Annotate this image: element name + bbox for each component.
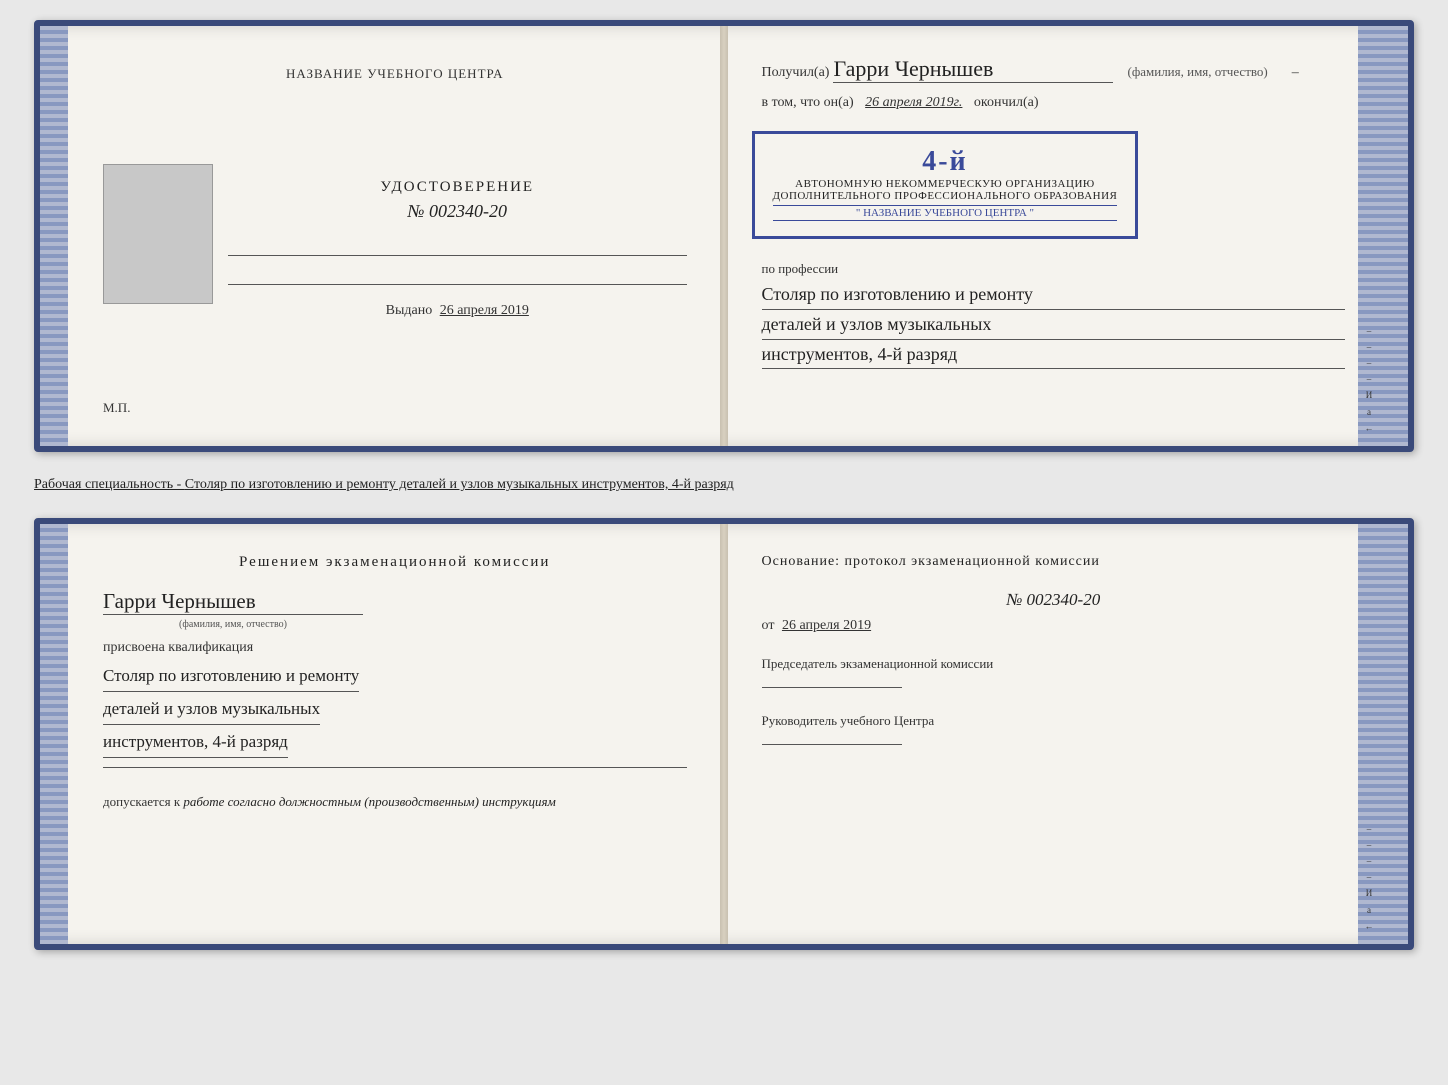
- cert-title: УДОСТОВЕРЕНИЕ: [380, 179, 534, 196]
- left-edge-decoration: [40, 26, 68, 446]
- profession-line1: Столяр по изготовлению и ремонту: [762, 280, 1346, 310]
- chairman-signature-line: [762, 687, 902, 688]
- right-side-decoration: – – – – И а ←: [1358, 26, 1380, 446]
- org-name-top: НАЗВАНИЕ УЧЕБНОГО ЦЕНТРА: [286, 66, 503, 82]
- director-section: Руководитель учебного Центра: [762, 711, 1346, 750]
- person-section: Гарри Чернышев: [103, 589, 363, 615]
- bottom-left-page: Решением экзаменационной комиссии Гарри …: [68, 524, 722, 944]
- qual-line2: деталей и узлов музыкальных: [103, 695, 320, 725]
- bottom-left-edge-decoration: [40, 524, 68, 944]
- allowed-row: допускается к работе согласно должностны…: [103, 794, 556, 810]
- profession-line3: инструментов, 4-й разряд: [762, 340, 1346, 370]
- date-row: в том, что он(а) 26 апреля 2019г. окончи…: [762, 95, 1346, 111]
- director-signature-line: [762, 744, 902, 745]
- qualification-prefix: присвоена квалификация: [103, 640, 253, 656]
- issued-row: Выдано 26 апреля 2019: [386, 303, 529, 319]
- top-right-page: Получил(а) Гарри Чернышев (фамилия, имя,…: [722, 26, 1381, 446]
- bottom-document-spread: Решением экзаменационной комиссии Гарри …: [34, 518, 1414, 950]
- cert-number: № 002340-20: [408, 201, 507, 222]
- divider1: [228, 255, 687, 256]
- fio-hint-bottom: (фамилия, имя, отчество): [103, 619, 363, 630]
- decision-title: Решением экзаменационной комиссии: [103, 554, 687, 571]
- qual-divider: [103, 767, 687, 768]
- basis-date-row: от 26 апреля 2019: [762, 618, 1346, 634]
- divider2: [228, 284, 687, 285]
- photo-placeholder: [103, 164, 213, 304]
- right-edge-decoration: [1380, 26, 1408, 446]
- mp-label: М.П.: [103, 400, 130, 416]
- bottom-right-page: Основание: протокол экзаменационной коми…: [722, 524, 1381, 944]
- stamp-box: 4-й АВТОНОМНУЮ НЕКОММЕРЧЕСКУЮ ОРГАНИЗАЦИ…: [752, 131, 1139, 239]
- top-document-spread: НАЗВАНИЕ УЧЕБНОГО ЦЕНТРА УДОСТОВЕРЕНИЕ №…: [34, 20, 1414, 452]
- profession-line2: деталей и узлов музыкальных: [762, 310, 1346, 340]
- basis-number: № 002340-20: [762, 590, 1346, 610]
- chairman-section: Председатель экзаменационной комиссии: [762, 654, 1346, 693]
- qual-line1: Столяр по изготовлению и ремонту: [103, 662, 359, 692]
- recipient-section: Получил(а) Гарри Чернышев (фамилия, имя,…: [762, 56, 1346, 83]
- specialty-text-prefix: Рабочая специальность -: [34, 477, 185, 492]
- specialty-label: Рабочая специальность - Столяр по изгото…: [34, 472, 1414, 498]
- bottom-right-side-decoration: – – – – И а ←: [1358, 524, 1380, 944]
- qual-line3: инструментов, 4-й разряд: [103, 728, 288, 758]
- top-left-page: НАЗВАНИЕ УЧЕБНОГО ЦЕНТРА УДОСТОВЕРЕНИЕ №…: [68, 26, 722, 446]
- bottom-right-edge-decoration: [1380, 524, 1408, 944]
- recipient-name: Гарри Чернышев: [833, 56, 1113, 83]
- profession-label: по профессии: [762, 261, 1346, 277]
- stamp-rank: 4-й: [773, 146, 1118, 178]
- specialty-text-value: Столяр по изготовлению и ремонту деталей…: [185, 477, 734, 492]
- person-name: Гарри Чернышев: [103, 589, 363, 615]
- allowed-value: работе согласно должностным (производств…: [183, 794, 555, 809]
- basis-title: Основание: протокол экзаменационной коми…: [762, 554, 1346, 570]
